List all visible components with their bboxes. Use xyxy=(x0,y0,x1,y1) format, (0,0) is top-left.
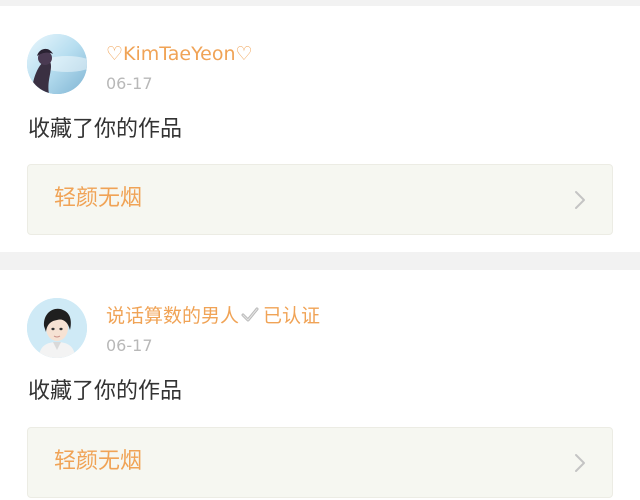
verified-badge: 已认证 xyxy=(241,304,320,328)
notification-card: ♡KimTaeYeon♡ 06-17 收藏了你的作品 轻颜无烟 xyxy=(0,6,640,252)
notification-card: 说话算数的男人 已认证 06-17 收藏了你的作品 轻颜无烟 xyxy=(0,270,640,500)
work-title: 轻颜无烟 xyxy=(54,186,143,211)
notification-feed: ♡KimTaeYeon♡ 06-17 收藏了你的作品 轻颜无烟 说话算数的男人 … xyxy=(0,0,640,500)
avatar-photo-icon xyxy=(27,34,87,94)
avatar[interactable] xyxy=(27,298,87,358)
username-text[interactable]: ♡KimTaeYeon♡ xyxy=(106,43,253,65)
timestamp: 06-17 xyxy=(106,74,153,93)
avatar-cartoon-icon xyxy=(27,298,87,358)
work-link-box[interactable]: 轻颜无烟 xyxy=(27,427,613,498)
username-text[interactable]: 说话算数的男人 xyxy=(106,305,239,327)
checkmark-icon xyxy=(241,307,259,322)
username[interactable]: ♡KimTaeYeon♡ xyxy=(106,42,253,66)
timestamp: 06-17 xyxy=(106,336,153,355)
work-link-box[interactable]: 轻颜无烟 xyxy=(27,164,613,235)
work-title: 轻颜无烟 xyxy=(54,449,143,474)
username[interactable]: 说话算数的男人 已认证 xyxy=(106,304,320,328)
chevron-right-icon xyxy=(575,191,585,209)
action-text: 收藏了你的作品 xyxy=(28,117,183,142)
verified-label: 已认证 xyxy=(263,305,321,327)
chevron-right-icon xyxy=(575,454,585,472)
avatar[interactable] xyxy=(27,34,87,94)
action-text: 收藏了你的作品 xyxy=(28,379,183,404)
